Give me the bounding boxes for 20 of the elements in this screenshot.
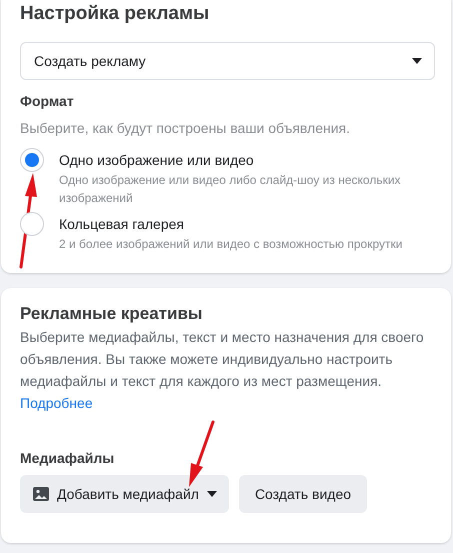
section-title: Настройка рекламы <box>20 2 210 26</box>
option-label: Одно изображение или видео <box>59 151 255 169</box>
description-text: Выберите медиафайлы, текст и место назначения для своего объявления. Вы также можете индивидуально настроить медиафайлы и текст для каждого из мест размещения. Подробнее <box>20 328 425 413</box>
caret-icon <box>412 58 422 64</box>
create-video-button[interactable]: Создать видео <box>238 475 368 513</box>
section-title: Рекламные креативы <box>20 304 204 324</box>
learn-more-link[interactable]: Подробнее <box>20 395 93 411</box>
option-description: Одно изображение или видео либо слайд-шоу из нескольких изображений <box>59 172 402 207</box>
annotation-arrow <box>189 420 214 487</box>
option-description: 2 и более изображений или видео с возможностью прокрутки <box>59 236 402 253</box>
field-label: Медиафайлы <box>20 449 116 467</box>
dropdown[interactable]: Создать рекламу <box>20 42 435 80</box>
field-label: Формат <box>20 92 75 110</box>
add-media-button[interactable]: Добавить медиафайл <box>20 475 229 513</box>
hint-text: Выберите, как будут построены ваши объявления. <box>20 119 352 137</box>
caret-icon <box>206 491 217 497</box>
image-icon <box>33 486 49 502</box>
option-label: Кольцевая галерея <box>59 215 185 233</box>
radio-button[interactable] <box>20 148 44 172</box>
radio-button[interactable] <box>20 212 44 236</box>
